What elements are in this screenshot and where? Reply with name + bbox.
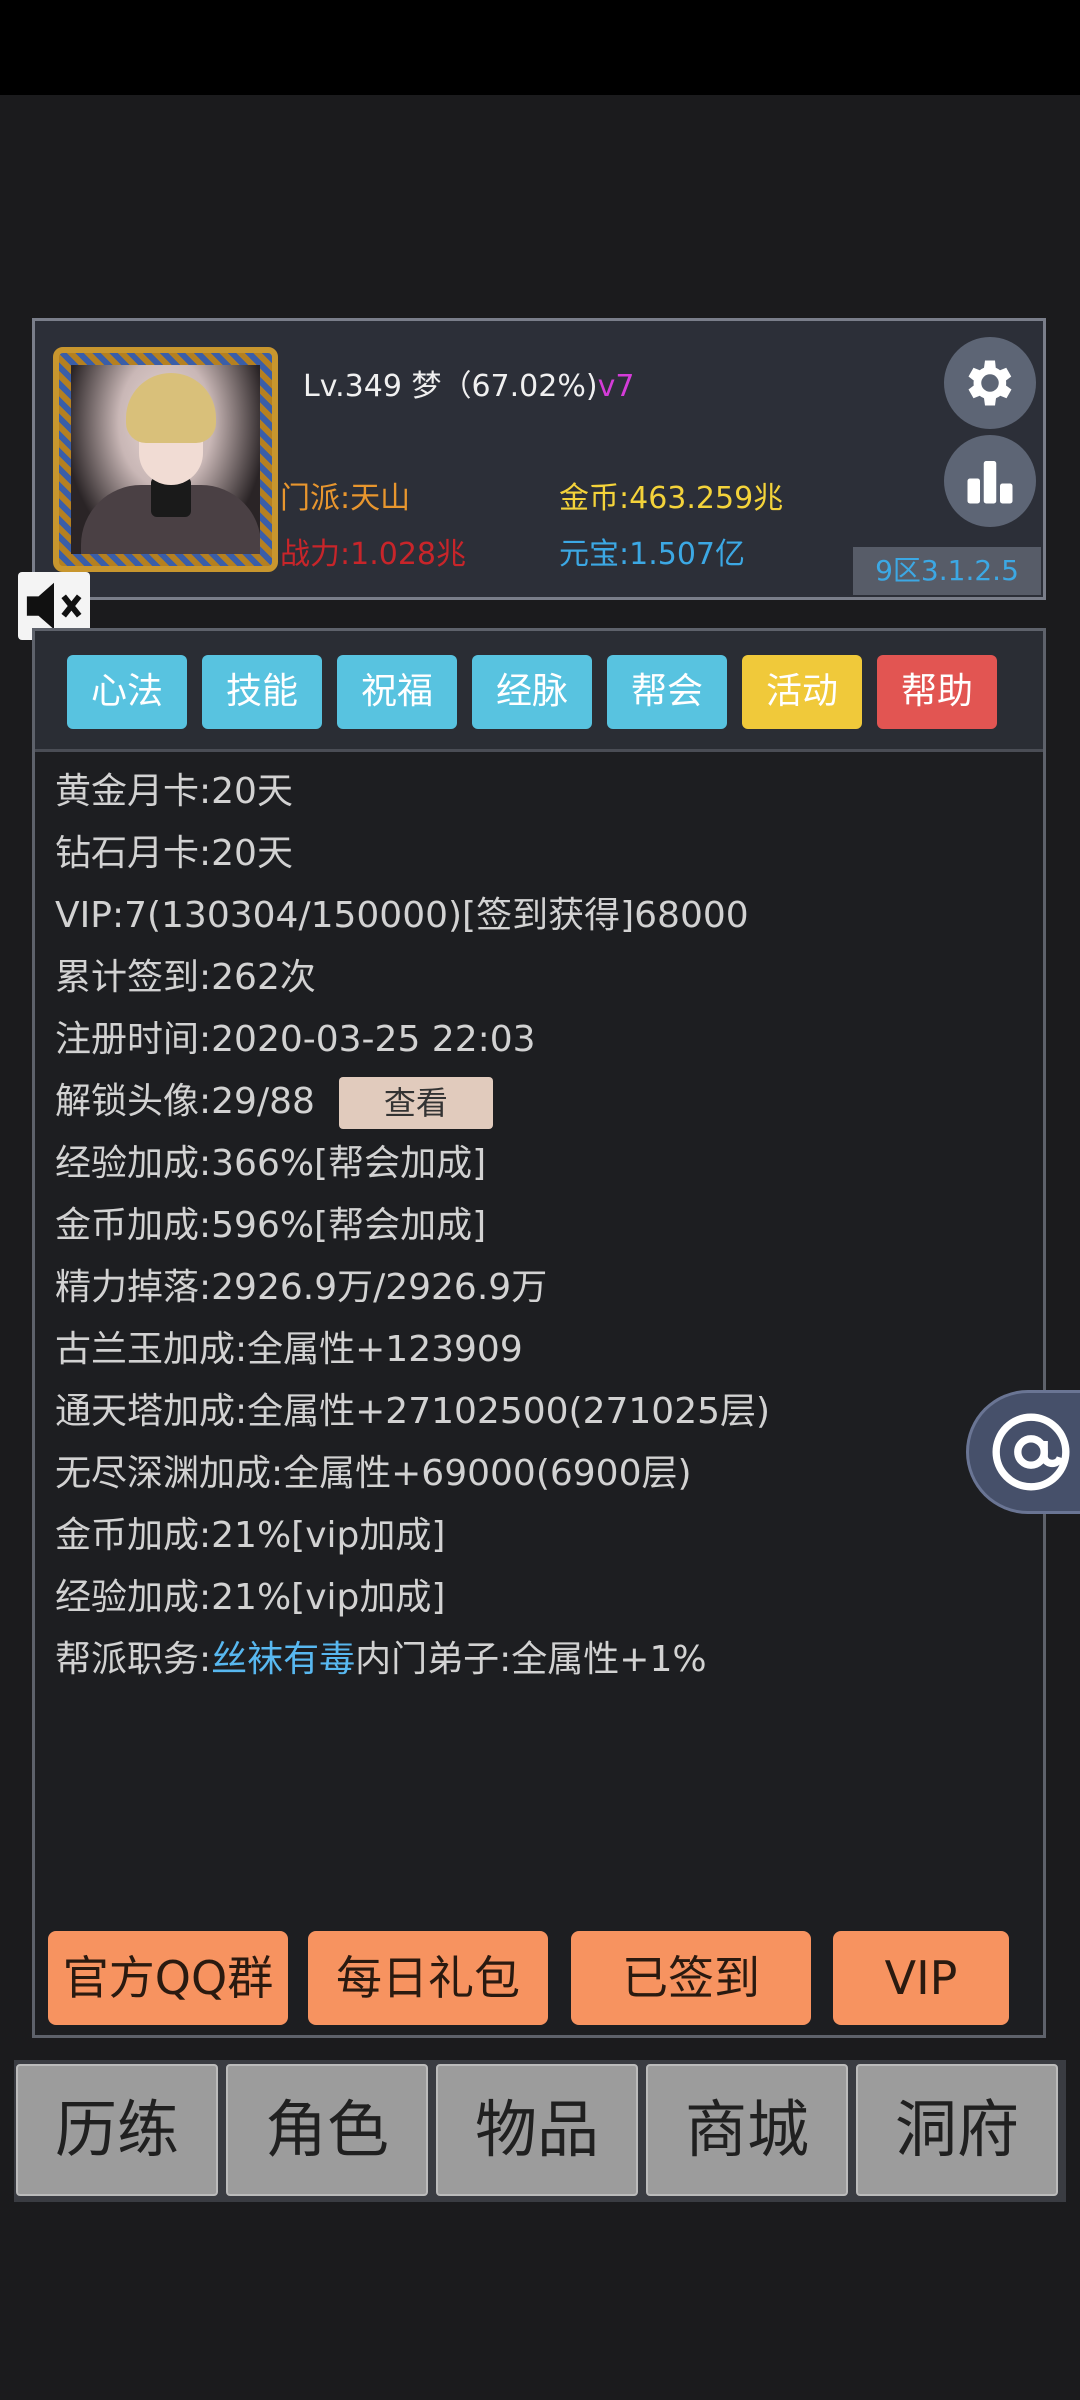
nav-cave[interactable]: 洞府: [856, 2064, 1058, 2196]
guild-role-value: 内门弟子:全属性+1%: [355, 1639, 707, 1680]
player-header-card: Lv.349 梦（67.02%)v7 门派:天山 战力:1.028兆 金币:46…: [32, 318, 1046, 600]
player-vip-tag: v7: [597, 369, 635, 404]
speaker-mute-icon: [26, 582, 82, 630]
exp-bonus-guild-line: 经验加成:366%[帮会加成]: [55, 1143, 487, 1184]
tab-meridians[interactable]: 经脉: [472, 655, 592, 729]
view-avatars-button[interactable]: 查看: [338, 1077, 493, 1129]
checkin-total-line: 累计签到:262次: [55, 957, 316, 998]
avatar-portrait: [71, 365, 260, 554]
bottom-navigation: 历练 角色 物品 商城 洞府: [14, 2060, 1066, 2202]
guild-name-link[interactable]: 丝袜有毒: [211, 1639, 355, 1680]
gold-bonus-vip-line: 金币加成:21%[vip加成]: [55, 1515, 446, 1556]
official-qq-group-button[interactable]: 官方QQ群: [48, 1931, 288, 2025]
exp-bonus-vip-line: 经验加成:21%[vip加成]: [55, 1577, 446, 1618]
vip-button[interactable]: VIP: [833, 1931, 1009, 2025]
tab-skills[interactable]: 技能: [202, 655, 322, 729]
vip-progress-line: VIP:7(130304/150000)[签到获得]68000: [55, 895, 749, 936]
ranking-button[interactable]: [944, 435, 1036, 527]
player-level-text: Lv.349 梦（67.02%): [303, 369, 598, 404]
gold-bonus-guild-line: 金币加成:596%[帮会加成]: [55, 1205, 487, 1246]
avatar-unlock-text: 解锁头像:29/88: [55, 1081, 315, 1122]
mention-float-button[interactable]: [966, 1390, 1080, 1514]
settings-button[interactable]: [944, 337, 1036, 429]
player-info-list: 黄金月卡:20天 钻石月卡:20天 VIP:7(130304/150000)[签…: [55, 761, 770, 1691]
tab-events[interactable]: 活动: [742, 655, 862, 729]
gold-card-line: 黄金月卡:20天: [55, 771, 293, 812]
nav-training[interactable]: 历练: [16, 2064, 218, 2196]
player-ingot: 元宝:1.507亿: [559, 537, 745, 572]
register-time-line: 注册时间:2020-03-25 22:03: [55, 1019, 536, 1060]
player-avatar[interactable]: [53, 347, 278, 572]
nav-character[interactable]: 角色: [226, 2064, 428, 2196]
gear-icon: [968, 360, 1012, 406]
player-level-line: Lv.349 梦（67.02%)v7: [303, 361, 634, 405]
status-bar: [0, 0, 1080, 95]
at-sign-icon: [992, 1413, 1070, 1491]
bar-chart-icon: [967, 461, 1013, 504]
nav-items[interactable]: 物品: [436, 2064, 638, 2196]
server-version-badge: 9区3.1.2.5: [853, 547, 1041, 595]
player-sect: 门派:天山: [280, 481, 411, 516]
daily-gift-button[interactable]: 每日礼包: [308, 1931, 548, 2025]
tab-blessing[interactable]: 祝福: [337, 655, 457, 729]
gulan-jade-line: 古兰玉加成:全属性+123909: [55, 1329, 523, 1370]
player-info-panel: 心法 技能 祝福 经脉 帮会 活动 帮助 黄金月卡:20天 钻石月卡:20天 V…: [32, 628, 1046, 2038]
guild-role-label: 帮派职务:: [55, 1639, 212, 1680]
energy-drop-line: 精力掉落:2926.9万/2926.9万: [55, 1267, 548, 1308]
player-gold: 金币:463.259兆: [559, 481, 784, 516]
abyss-bonus-line: 无尽深渊加成:全属性+69000(6900层): [55, 1453, 692, 1494]
avatar-unlock-line: 解锁头像:29/88 查看: [55, 1071, 770, 1133]
player-power: 战力:1.028兆: [280, 537, 466, 572]
diamond-card-line: 钻石月卡:20天: [55, 833, 293, 874]
tab-guild[interactable]: 帮会: [607, 655, 727, 729]
tower-bonus-line: 通天塔加成:全属性+27102500(271025层): [55, 1391, 771, 1432]
feature-tab-bar: 心法 技能 祝福 经脉 帮会 活动 帮助: [35, 631, 1043, 752]
nav-shop[interactable]: 商城: [646, 2064, 848, 2196]
tab-xinfa[interactable]: 心法: [67, 655, 187, 729]
tab-help[interactable]: 帮助: [877, 655, 997, 729]
checked-in-button[interactable]: 已签到: [571, 1931, 811, 2025]
guild-role-line: 帮派职务:丝袜有毒内门弟子:全属性+1%: [55, 1629, 770, 1691]
